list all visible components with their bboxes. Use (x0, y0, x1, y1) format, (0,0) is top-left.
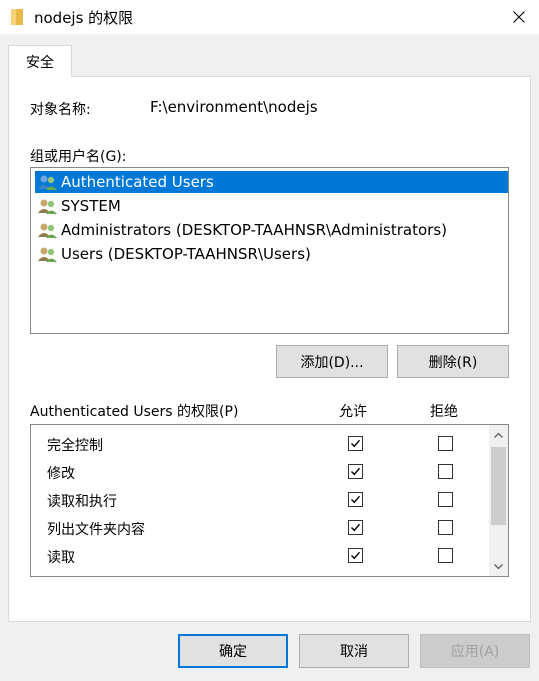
allow-checkbox[interactable] (348, 464, 363, 479)
ok-button-label: 确定 (219, 644, 247, 660)
window-title: nodejs 的权限 (34, 9, 134, 27)
permission-row: 读取和执行 (31, 487, 489, 515)
allow-checkbox[interactable] (348, 520, 363, 535)
list-item-label: Users (DESKTOP-TAAHNSR\Users) (61, 245, 311, 263)
check-icon (351, 467, 361, 476)
remove-button-label: 删除(R) (428, 354, 478, 371)
permission-name: 读取和执行 (47, 494, 117, 510)
ok-button[interactable]: 确定 (178, 634, 288, 668)
add-button[interactable]: 添加(D)... (276, 345, 388, 378)
chevron-up-icon (494, 432, 503, 438)
list-item-label: Authenticated Users (61, 173, 214, 191)
allow-checkbox[interactable] (348, 436, 363, 451)
chevron-down-icon (494, 563, 503, 569)
permission-name: 完全控制 (47, 438, 103, 454)
users-icon (38, 223, 57, 238)
check-icon (351, 495, 361, 504)
apply-button[interactable]: 应用(A) (420, 634, 530, 668)
deny-checkbox[interactable] (438, 492, 453, 507)
close-button[interactable] (499, 0, 539, 34)
list-item[interactable]: Authenticated Users (35, 171, 508, 193)
apply-button-label: 应用(A) (450, 644, 500, 660)
permissions-list[interactable]: 完全控制 修改 读取和执行 列出文件夹内容 读取 (30, 424, 509, 577)
permission-row: 读取 (31, 543, 489, 571)
list-item-label: Administrators (DESKTOP-TAAHNSR\Administ… (61, 221, 447, 239)
allow-checkbox[interactable] (348, 492, 363, 507)
list-item[interactable]: Administrators (DESKTOP-TAAHNSR\Administ… (35, 219, 508, 241)
list-item[interactable]: Users (DESKTOP-TAAHNSR\Users) (35, 243, 508, 265)
object-name-label: 对象名称: (30, 102, 91, 118)
scroll-down-button[interactable] (489, 557, 508, 576)
object-name-value: F:\environment\nodejs (150, 98, 318, 116)
permission-row: 完全控制 (31, 431, 489, 459)
cancel-button[interactable]: 取消 (299, 634, 409, 668)
scrollbar[interactable] (489, 425, 508, 576)
users-icon (38, 175, 57, 190)
close-icon (513, 11, 525, 23)
check-icon (351, 523, 361, 532)
groups-label: 组或用户名(G): (30, 149, 127, 165)
permission-row: 修改 (31, 459, 489, 487)
tab-security-label: 安全 (26, 54, 54, 71)
scroll-up-button[interactable] (489, 425, 508, 444)
permission-name: 列出文件夹内容 (47, 522, 145, 538)
permission-name: 修改 (47, 466, 75, 482)
cancel-button-label: 取消 (340, 644, 368, 660)
list-item[interactable]: SYSTEM (35, 195, 508, 217)
permissions-label: Authenticated Users 的权限(P) (30, 404, 239, 420)
deny-header: 拒绝 (430, 404, 458, 420)
permission-row: 列出文件夹内容 (31, 515, 489, 543)
folder-icon (11, 9, 23, 25)
check-icon (351, 551, 361, 560)
deny-checkbox[interactable] (438, 464, 453, 479)
allow-header: 允许 (339, 404, 367, 420)
add-button-label: 添加(D)... (300, 354, 364, 371)
users-icon (38, 247, 57, 262)
title-bar: nodejs 的权限 (0, 0, 539, 34)
permission-name: 读取 (47, 550, 75, 566)
groups-listbox[interactable]: Authenticated Users SYSTEM Administrator… (30, 167, 509, 334)
users-icon (38, 199, 57, 214)
scroll-thumb[interactable] (491, 447, 506, 525)
tab-security[interactable]: 安全 (8, 45, 72, 77)
list-item-label: SYSTEM (61, 197, 121, 215)
deny-checkbox[interactable] (438, 520, 453, 535)
deny-checkbox[interactable] (438, 548, 453, 563)
allow-checkbox[interactable] (348, 548, 363, 563)
deny-checkbox[interactable] (438, 436, 453, 451)
check-icon (351, 439, 361, 448)
remove-button[interactable]: 删除(R) (397, 345, 509, 378)
